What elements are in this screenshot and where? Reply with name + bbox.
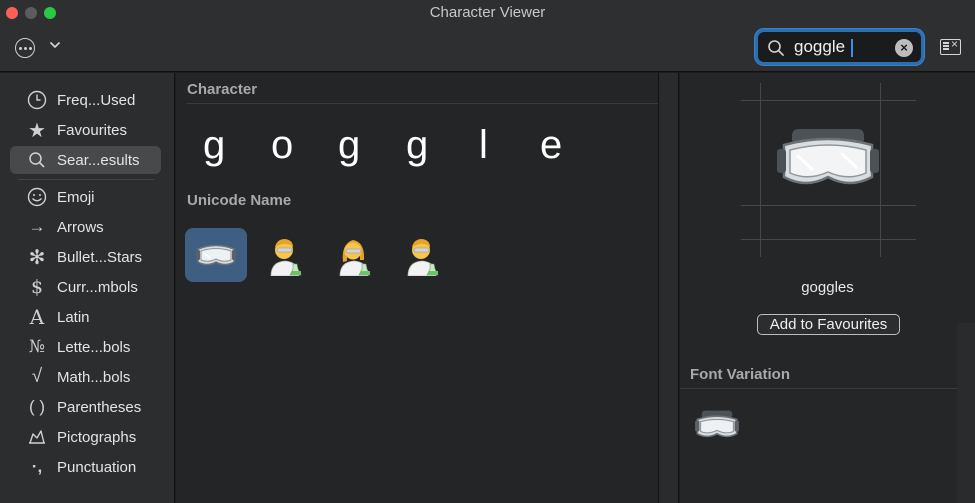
asterisk-icon: ✻	[28, 246, 46, 269]
character-section-title: Character	[187, 81, 258, 98]
clear-search-button[interactable]: ×	[895, 39, 913, 57]
punctuation-icon: ·,	[31, 457, 43, 476]
character-palette-icon[interactable]	[940, 37, 961, 55]
sidebar-item-frequently-used[interactable]: Freq...Used	[10, 86, 161, 114]
woman-scientist-result[interactable]	[323, 228, 385, 282]
results-pane: Character g o g g l e Unicode Name	[176, 73, 658, 503]
sidebar-item-currency-symbols[interactable]: $ Curr...mbols	[10, 273, 161, 301]
search-field[interactable]: ×	[755, 29, 924, 65]
sidebar-item-label: Curr...mbols	[57, 278, 138, 296]
sidebar-item-label: Latin	[57, 308, 90, 326]
text-caret	[851, 39, 853, 57]
character-cell[interactable]: g	[338, 123, 360, 168]
smiley-icon	[26, 186, 48, 208]
ellipsis-circle-icon	[18, 46, 22, 50]
woman-scientist-icon	[339, 240, 371, 276]
sidebar-item-label: Favourites	[57, 121, 128, 139]
sidebar-item-label: Sear...esults	[57, 151, 140, 169]
star-icon: ★	[28, 119, 46, 142]
category-sidebar: Freq...Used ★ Favourites Sear...esults E…	[0, 73, 175, 503]
sidebar-item-label: Emoji	[57, 188, 95, 206]
window-title: Character Viewer	[429, 4, 546, 21]
sidebar-item-label: Bullet...Stars	[57, 248, 143, 266]
goggles-icon	[196, 244, 236, 266]
results-scrollbar-track[interactable]	[658, 73, 679, 503]
sidebar-item-math-symbols[interactable]: √ Math...bols	[10, 363, 161, 391]
search-icon	[768, 40, 784, 56]
section-divider	[680, 388, 975, 389]
character-cell[interactable]: l	[479, 123, 488, 168]
character-cell[interactable]: g	[406, 123, 428, 168]
sidebar-item-label: Lette...bols	[57, 338, 131, 356]
parentheses-icon: ( )	[28, 397, 46, 416]
sidebar-item-label: Punctuation	[57, 458, 137, 476]
detail-scrollbar-track[interactable]	[957, 323, 975, 503]
arrow-icon: →	[28, 217, 46, 236]
sidebar-item-latin[interactable]: A Latin	[10, 303, 161, 331]
chevron-down-icon[interactable]	[48, 38, 62, 52]
sidebar-item-label: Math...bols	[57, 368, 131, 386]
title-bar: Character Viewer ×	[0, 0, 975, 72]
man-scientist-result[interactable]	[254, 228, 316, 282]
sidebar-divider	[18, 179, 154, 180]
character-preview	[741, 83, 916, 257]
goggles-preview-icon	[777, 129, 879, 185]
sidebar-item-favourites[interactable]: ★ Favourites	[10, 116, 161, 144]
goggles-variation-icon[interactable]	[694, 408, 740, 444]
sidebar-item-bullets-stars[interactable]: ✻ Bullet...Stars	[10, 243, 161, 271]
character-cell[interactable]: e	[540, 123, 562, 168]
square-root-icon: √	[31, 366, 43, 387]
sidebar-item-parentheses[interactable]: ( ) Parentheses	[10, 393, 161, 421]
character-name: goggles	[801, 279, 854, 296]
sidebar-item-letterlike-symbols[interactable]: № Lette...bols	[10, 333, 161, 361]
detail-panel: goggles Add to Favourites Font Variation	[680, 73, 975, 503]
dollar-icon: $	[30, 276, 44, 298]
section-divider	[187, 103, 658, 104]
sidebar-item-label: Parentheses	[57, 398, 142, 416]
sidebar-item-search-results[interactable]: Sear...esults	[10, 146, 161, 174]
unicode-name-section-title: Unicode Name	[187, 192, 292, 209]
clock-icon	[26, 89, 48, 111]
sidebar-item-label: Arrows	[57, 218, 104, 236]
sidebar-item-label: Freq...Used	[57, 91, 136, 109]
goggles-result[interactable]	[185, 228, 247, 282]
man-scientist-result[interactable]	[391, 228, 453, 282]
latin-a-icon: A	[29, 305, 45, 329]
search-icon	[26, 149, 48, 171]
sidebar-item-arrows[interactable]: → Arrows	[10, 213, 161, 241]
sidebar-item-punctuation[interactable]: ·, Punctuation	[10, 453, 161, 481]
font-variation-title: Font Variation	[690, 366, 791, 383]
sidebar-item-pictographs[interactable]: Pictographs	[10, 423, 161, 451]
add-to-favourites-button[interactable]: Add to Favourites	[757, 314, 900, 335]
character-cell[interactable]: g	[203, 123, 225, 168]
search-input[interactable]	[794, 36, 884, 58]
sidebar-item-label: Pictographs	[57, 428, 137, 446]
numero-icon: №	[28, 337, 46, 357]
man-scientist-icon	[407, 239, 439, 276]
character-cell[interactable]: o	[271, 123, 293, 168]
action-menu-button[interactable]	[15, 38, 35, 58]
man-scientist-icon	[270, 239, 302, 276]
pictograph-icon	[26, 426, 48, 448]
sidebar-item-emoji[interactable]: Emoji	[10, 183, 161, 211]
